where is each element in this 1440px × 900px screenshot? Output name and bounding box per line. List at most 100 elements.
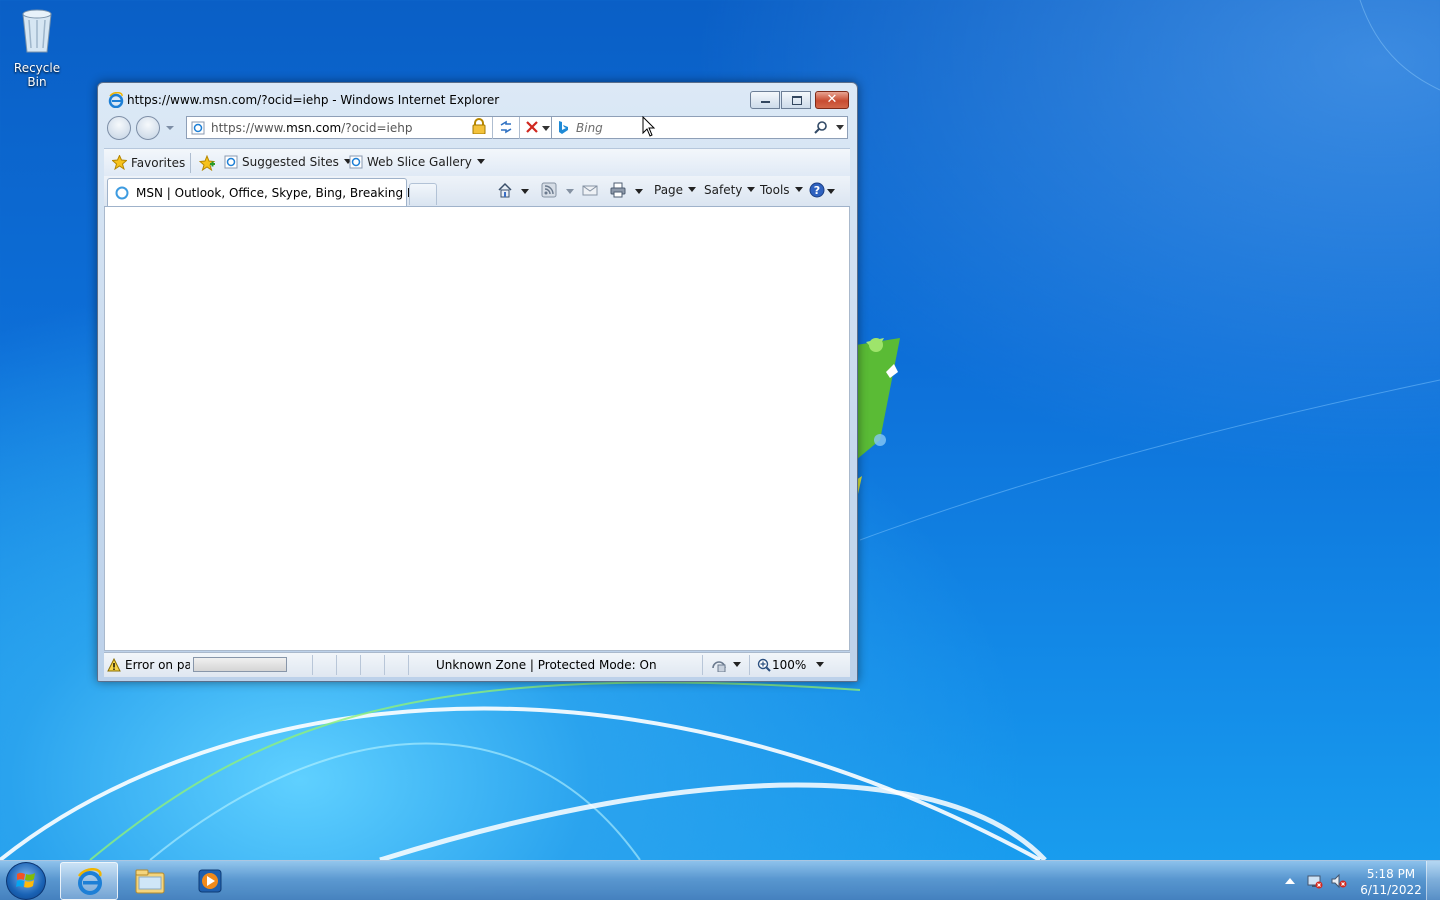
volume-muted-icon[interactable]: [1331, 873, 1347, 889]
separator: [360, 655, 361, 675]
desktop-icon-label: Recycle Bin: [13, 61, 61, 89]
web-slice-gallery-button[interactable]: Web Slice Gallery: [349, 155, 485, 169]
separator: [384, 655, 385, 675]
tools-menu[interactable]: Tools: [760, 183, 803, 197]
mouse-cursor-icon: [642, 116, 656, 137]
tab-msn[interactable]: MSN | Outlook, Office, Skype, Bing, Brea…: [107, 178, 435, 206]
favorites-label: Favorites: [131, 156, 186, 170]
favorites-button[interactable]: Favorites: [112, 155, 185, 170]
page-content[interactable]: [104, 207, 850, 651]
zoom-dropdown[interactable]: [816, 662, 824, 667]
separator: [190, 153, 191, 173]
zoom-level[interactable]: 100%: [772, 658, 806, 672]
lock-icon[interactable]: [472, 118, 486, 134]
status-error-text[interactable]: Error on pag: [125, 658, 190, 672]
network-icon[interactable]: [1307, 873, 1323, 889]
windows-explorer-icon: [135, 869, 165, 894]
address-domain: msn.com: [286, 121, 342, 135]
add-ons-dropdown[interactable]: [733, 662, 741, 667]
system-clock[interactable]: 5:18 PM 6/11/2022: [1356, 866, 1426, 898]
suggested-sites-button[interactable]: Suggested Sites: [224, 155, 352, 169]
address-prefix: https://www.: [211, 121, 287, 135]
home-dropdown[interactable]: [521, 189, 529, 194]
search-options-dropdown[interactable]: [836, 125, 844, 130]
taskbar-windows-explorer[interactable]: [121, 862, 179, 900]
stop-icon[interactable]: [525, 120, 539, 134]
tools-menu-label: Tools: [760, 183, 790, 197]
chevron-down-icon: [688, 187, 697, 192]
page-menu-label: Page: [654, 183, 684, 197]
tab-label: MSN | Outlook, Office, Skype, Bing, Brea…: [136, 186, 435, 200]
separator: [312, 655, 313, 675]
search-box[interactable]: Bing: [551, 116, 848, 139]
separator: [519, 117, 520, 139]
search-icon[interactable]: [814, 120, 828, 134]
taskbar-internet-explorer[interactable]: [60, 862, 118, 900]
suggested-sites-label: Suggested Sites: [242, 155, 339, 169]
refresh-icon[interactable]: [498, 119, 514, 135]
separator: [492, 117, 493, 139]
security-zone-text[interactable]: Unknown Zone | Protected Mode: On: [436, 658, 657, 672]
back-button[interactable]: [107, 116, 131, 140]
safety-menu[interactable]: Safety: [704, 183, 756, 197]
internet-explorer-icon: [77, 868, 102, 895]
page-menu[interactable]: Page: [654, 183, 697, 197]
title-bar[interactable]: https://www.msn.com/?ocid=iehp - Windows…: [98, 83, 857, 113]
status-bar: Error on pag Unknown Zone | Protected Mo…: [104, 652, 850, 677]
clock-date: 6/11/2022: [1360, 883, 1422, 897]
feeds-dropdown[interactable]: [566, 189, 574, 194]
new-tab-button[interactable]: [409, 183, 437, 205]
separator: [749, 655, 750, 675]
help-dropdown[interactable]: [827, 189, 835, 194]
page-icon: [349, 155, 363, 169]
separator: [336, 655, 337, 675]
chevron-down-icon: [747, 187, 756, 192]
recent-pages-dropdown[interactable]: [166, 126, 174, 130]
star-icon: [112, 155, 127, 170]
warning-icon[interactable]: [107, 658, 121, 672]
address-text[interactable]: https://www.msn.com/?ocid=iehp: [211, 121, 412, 135]
bing-icon: [559, 121, 568, 134]
forward-button[interactable]: [136, 116, 160, 140]
ie-window[interactable]: https://www.msn.com/?ocid=iehp - Windows…: [97, 82, 858, 682]
clock-time: 5:18 PM: [1366, 867, 1416, 881]
feeds-icon[interactable]: [541, 182, 557, 198]
close-button[interactable]: ✕: [815, 91, 849, 109]
separator: [702, 655, 703, 675]
print-dropdown[interactable]: [635, 189, 643, 194]
search-placeholder: Bing: [576, 121, 603, 135]
home-icon[interactable]: [497, 182, 513, 198]
maximize-button[interactable]: [781, 91, 811, 109]
chevron-down-icon: [476, 159, 485, 164]
tab-row: MSN | Outlook, Office, Skype, Bing, Brea…: [104, 176, 850, 207]
window-title: https://www.msn.com/?ocid=iehp - Windows…: [127, 93, 500, 107]
page-icon: [191, 121, 205, 135]
zoom-icon[interactable]: [757, 658, 771, 672]
print-icon[interactable]: [610, 182, 626, 198]
chevron-down-icon: [794, 187, 803, 192]
close-icon: ✕: [826, 92, 838, 107]
address-path: /?ocid=iehp: [341, 121, 413, 135]
web-slice-gallery-label: Web Slice Gallery: [367, 155, 472, 169]
minimize-button[interactable]: [750, 91, 780, 109]
internet-explorer-icon: [108, 92, 124, 108]
safety-menu-label: Safety: [704, 183, 743, 197]
show-desktop-button[interactable]: [1426, 861, 1440, 900]
mail-icon[interactable]: [582, 182, 598, 198]
taskbar-media-player[interactable]: [181, 862, 239, 900]
loading-icon: [115, 186, 129, 200]
add-to-favorites-bar-icon[interactable]: [199, 155, 216, 171]
help-icon[interactable]: ?: [809, 182, 825, 198]
windows-logo-icon: [16, 872, 35, 888]
add-ons-icon[interactable]: [711, 658, 727, 672]
show-hidden-icons-button[interactable]: [1285, 878, 1295, 884]
desktop-icon-recycle-bin[interactable]: Recycle Bin: [4, 6, 70, 89]
taskbar: 5:18 PM 6/11/2022: [0, 860, 1440, 900]
separator: [408, 655, 409, 675]
address-dropdown[interactable]: [542, 126, 550, 131]
start-button[interactable]: [6, 862, 46, 900]
progress-bar: [193, 657, 287, 672]
media-player-icon: [198, 869, 222, 893]
favorites-bar: Favorites Suggested Sites Web Slice Gall…: [104, 148, 850, 177]
svg-text:?: ?: [814, 184, 820, 197]
